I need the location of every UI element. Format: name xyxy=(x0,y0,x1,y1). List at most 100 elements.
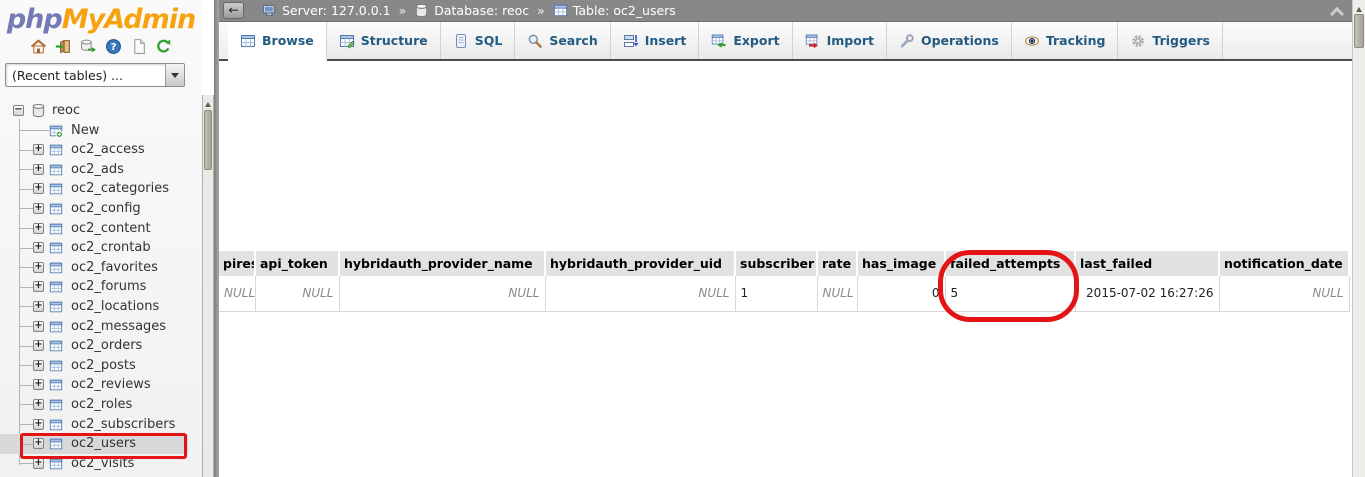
tab[interactable]: Structure xyxy=(326,22,441,59)
expand-icon[interactable] xyxy=(33,202,44,214)
nav-toolbar-icon[interactable] xyxy=(130,38,147,55)
table-icon xyxy=(49,457,63,471)
tree-item-table[interactable]: oc2_config xyxy=(0,199,188,219)
table-name[interactable]: oc2_ads xyxy=(71,162,124,177)
table-name[interactable]: oc2_favorites xyxy=(71,260,158,275)
expand-icon[interactable] xyxy=(33,438,44,450)
table-name[interactable]: oc2_subscribers xyxy=(71,417,175,432)
tree-item-table[interactable]: oc2_subscribers xyxy=(0,415,188,435)
back-button[interactable]: ← xyxy=(223,2,244,19)
tree-item-table[interactable]: oc2_content xyxy=(0,219,188,239)
scrollbar-thumb[interactable] xyxy=(204,110,212,170)
tab[interactable]: Triggers xyxy=(1118,22,1224,59)
tab[interactable]: Insert xyxy=(610,22,700,59)
nav-toolbar-icon[interactable] xyxy=(80,38,97,55)
recent-tables-value: (Recent tables) ... xyxy=(12,67,123,83)
expand-icon[interactable] xyxy=(33,261,44,273)
column-header[interactable]: pires xyxy=(219,251,256,276)
table-name[interactable]: oc2_locations xyxy=(71,299,159,314)
column-header[interactable]: rate xyxy=(817,251,858,276)
tree-item-table[interactable]: oc2_ads xyxy=(0,160,188,180)
column-header[interactable]: last_failed xyxy=(1075,251,1220,276)
expand-icon[interactable] xyxy=(33,340,44,352)
column-header[interactable]: failed_attempts xyxy=(945,251,1076,276)
table-name[interactable]: oc2_forums xyxy=(71,279,146,294)
tree-item-table[interactable]: oc2_reviews xyxy=(0,375,188,395)
database-name[interactable]: reoc xyxy=(52,103,80,118)
breadcrumb-label[interactable]: Table: oc2_users xyxy=(573,3,676,18)
tab[interactable]: Search xyxy=(515,22,611,59)
table-name[interactable]: oc2_posts xyxy=(71,358,136,373)
table-name[interactable]: oc2_orders xyxy=(71,338,142,353)
breadcrumb-label[interactable]: Server: 127.0.0.1 xyxy=(282,3,391,18)
table-name[interactable]: oc2_messages xyxy=(71,319,166,334)
table-name[interactable]: oc2_crontab xyxy=(71,240,151,255)
nav-toolbar-icon[interactable] xyxy=(30,38,47,55)
phpmyadmin-logo: phpMyAdmin xyxy=(0,0,202,35)
expand-icon[interactable] xyxy=(33,359,44,371)
table-name[interactable]: New xyxy=(71,123,99,138)
column-header[interactable]: hybridauth_provider_uid xyxy=(545,251,736,276)
main-scrollbar[interactable] xyxy=(1352,0,1365,477)
tab[interactable]: Import xyxy=(792,22,887,59)
tree-item-database[interactable]: reoc xyxy=(0,101,188,121)
tab[interactable]: Browse xyxy=(228,22,327,59)
tab[interactable]: Export xyxy=(699,22,793,59)
tree-item-table[interactable]: oc2_messages xyxy=(0,317,188,337)
tree-item-table[interactable]: oc2_favorites xyxy=(0,258,188,278)
expand-icon[interactable] xyxy=(33,163,44,175)
expand-icon[interactable] xyxy=(33,398,44,410)
tab[interactable]: Tracking xyxy=(1011,22,1119,59)
tree-item-table[interactable]: oc2_forums xyxy=(0,277,188,297)
tab-icon xyxy=(1024,33,1040,49)
tab[interactable]: SQL xyxy=(440,22,516,59)
breadcrumb-label[interactable]: Database: reoc xyxy=(434,3,529,18)
tree-item-table[interactable]: oc2_roles xyxy=(0,395,188,415)
table-name[interactable]: oc2_categories xyxy=(71,181,169,196)
nav-toolbar-icon[interactable] xyxy=(55,38,72,55)
tree-item-table[interactable]: oc2_access xyxy=(0,140,188,160)
column-header[interactable]: hybridauth_provider_name xyxy=(339,251,546,276)
expand-icon[interactable] xyxy=(33,379,44,391)
breadcrumb-icon xyxy=(414,3,429,18)
tree-item-table[interactable]: oc2_posts xyxy=(0,356,188,376)
table-name[interactable]: oc2_users xyxy=(71,436,136,451)
expand-icon[interactable] xyxy=(33,222,44,234)
scroll-up-arrow[interactable] xyxy=(203,95,213,108)
tree-item-table[interactable]: oc2_orders xyxy=(0,336,188,356)
tree-item-table[interactable]: oc2_visits xyxy=(0,454,188,474)
collapse-toolbar-icon[interactable] xyxy=(1329,6,1345,22)
expand-icon[interactable] xyxy=(33,183,44,195)
table-name[interactable]: oc2_reviews xyxy=(71,377,151,392)
table-name[interactable]: oc2_access xyxy=(71,142,145,157)
tree-item-table[interactable]: New xyxy=(0,121,188,141)
expand-icon[interactable] xyxy=(33,144,44,156)
collapse-icon[interactable] xyxy=(13,105,24,116)
dropdown-arrow-icon[interactable] xyxy=(165,64,184,86)
table-name[interactable]: oc2_content xyxy=(71,221,151,236)
scrollbar-thumb[interactable] xyxy=(1354,14,1364,48)
nav-toolbar-icon[interactable] xyxy=(155,38,172,55)
nav-toolbar-icon[interactable] xyxy=(105,38,122,55)
tree-item-table[interactable]: oc2_locations xyxy=(0,297,188,317)
column-header[interactable]: notification_date xyxy=(1219,251,1350,276)
column-header[interactable]: has_image xyxy=(857,251,946,276)
column-header[interactable]: api_token xyxy=(255,251,340,276)
recent-tables-select[interactable]: (Recent tables) ... xyxy=(5,63,185,87)
tree-item-table[interactable]: oc2_crontab xyxy=(0,238,188,258)
table-name[interactable]: oc2_visits xyxy=(71,456,134,471)
table-name[interactable]: oc2_roles xyxy=(71,397,132,412)
tab[interactable]: Operations xyxy=(886,22,1012,59)
expand-icon[interactable] xyxy=(33,320,44,332)
sidebar-scrollbar[interactable] xyxy=(202,95,214,477)
tree-item-table[interactable]: oc2_categories xyxy=(0,179,188,199)
column-header[interactable]: subscriber xyxy=(735,251,818,276)
expand-icon[interactable] xyxy=(33,418,44,430)
scroll-up-arrow[interactable] xyxy=(1353,0,1365,13)
table-name[interactable]: oc2_config xyxy=(71,201,141,216)
expand-icon[interactable] xyxy=(33,300,44,312)
expand-icon[interactable] xyxy=(33,457,44,469)
expand-icon[interactable] xyxy=(33,242,44,254)
expand-icon[interactable] xyxy=(33,281,44,293)
tree-item-table[interactable]: oc2_users xyxy=(0,434,188,454)
